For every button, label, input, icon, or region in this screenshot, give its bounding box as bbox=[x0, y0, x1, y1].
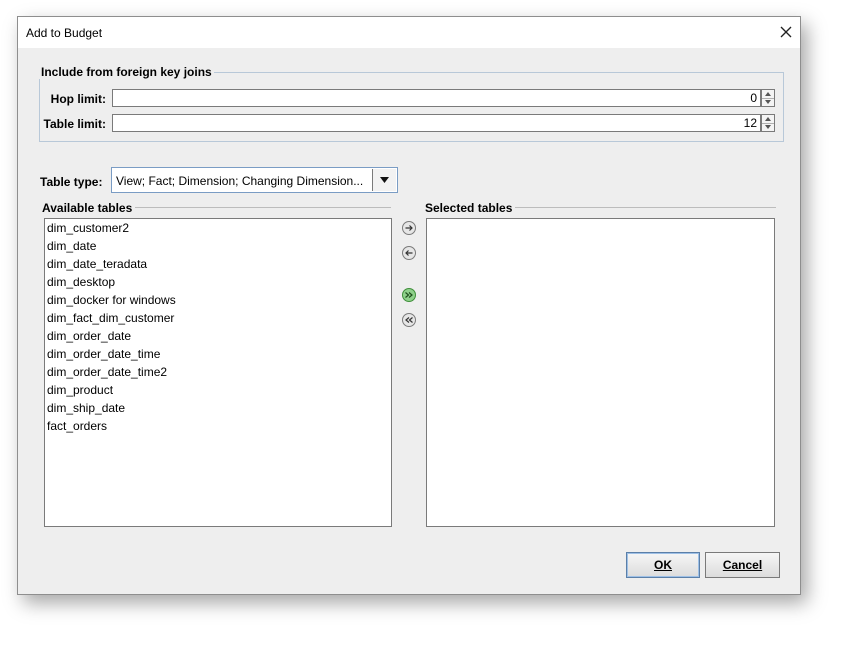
hop-limit-decrement[interactable] bbox=[762, 98, 774, 106]
foreign-key-group-title: Include from foreign key joins bbox=[39, 65, 214, 79]
table-type-dropdown-button[interactable] bbox=[372, 169, 396, 191]
available-tables-title: Available tables bbox=[42, 201, 136, 215]
double-arrow-right-icon[interactable] bbox=[401, 287, 417, 303]
cancel-button[interactable]: Cancel bbox=[705, 552, 780, 578]
list-item[interactable]: dim_docker for windows bbox=[45, 291, 391, 309]
list-item[interactable]: dim_order_date bbox=[45, 327, 391, 345]
list-item[interactable]: dim_date_teradata bbox=[45, 255, 391, 273]
list-item[interactable]: dim_order_date_time bbox=[45, 345, 391, 363]
hop-limit-spinner[interactable] bbox=[761, 89, 775, 107]
table-limit-label: Table limit: bbox=[43, 117, 106, 131]
selected-tables-list[interactable] bbox=[426, 218, 775, 527]
list-item[interactable]: dim_date bbox=[45, 237, 391, 255]
table-limit-decrement[interactable] bbox=[762, 123, 774, 131]
table-limit-spinner[interactable] bbox=[761, 114, 775, 132]
list-item[interactable]: dim_ship_date bbox=[45, 399, 391, 417]
list-item[interactable]: dim_order_date_time2 bbox=[45, 363, 391, 381]
table-type-combobox[interactable]: View; Fact; Dimension; Changing Dimensio… bbox=[111, 167, 398, 193]
title-bar: Add to Budget bbox=[18, 17, 800, 48]
arrow-right-icon[interactable] bbox=[401, 220, 417, 236]
list-item[interactable]: dim_product bbox=[45, 381, 391, 399]
selected-tables-title: Selected tables bbox=[425, 201, 516, 215]
arrow-left-icon[interactable] bbox=[401, 245, 417, 261]
dialog-title: Add to Budget bbox=[26, 26, 103, 40]
list-item[interactable]: dim_fact_dim_customer bbox=[45, 309, 391, 327]
table-type-label: Table type: bbox=[40, 175, 103, 189]
list-item[interactable]: fact_orders bbox=[45, 417, 391, 435]
double-arrow-left-icon[interactable] bbox=[401, 312, 417, 328]
hop-limit-label: Hop limit: bbox=[50, 92, 106, 106]
list-item[interactable]: dim_customer2 bbox=[45, 219, 391, 237]
list-item[interactable]: dim_desktop bbox=[45, 273, 391, 291]
table-type-selected: View; Fact; Dimension; Changing Dimensio… bbox=[116, 174, 364, 188]
add-to-budget-dialog: Add to Budget Include from foreign key j… bbox=[17, 16, 801, 595]
close-icon[interactable] bbox=[776, 22, 796, 42]
hop-limit-input[interactable]: 0 bbox=[112, 89, 761, 107]
chevron-down-icon bbox=[380, 177, 389, 183]
available-tables-list[interactable]: dim_customer2 dim_date dim_date_teradata di… bbox=[44, 218, 392, 527]
table-limit-input[interactable]: 12 bbox=[112, 114, 761, 132]
ok-button[interactable]: OK bbox=[626, 552, 700, 578]
